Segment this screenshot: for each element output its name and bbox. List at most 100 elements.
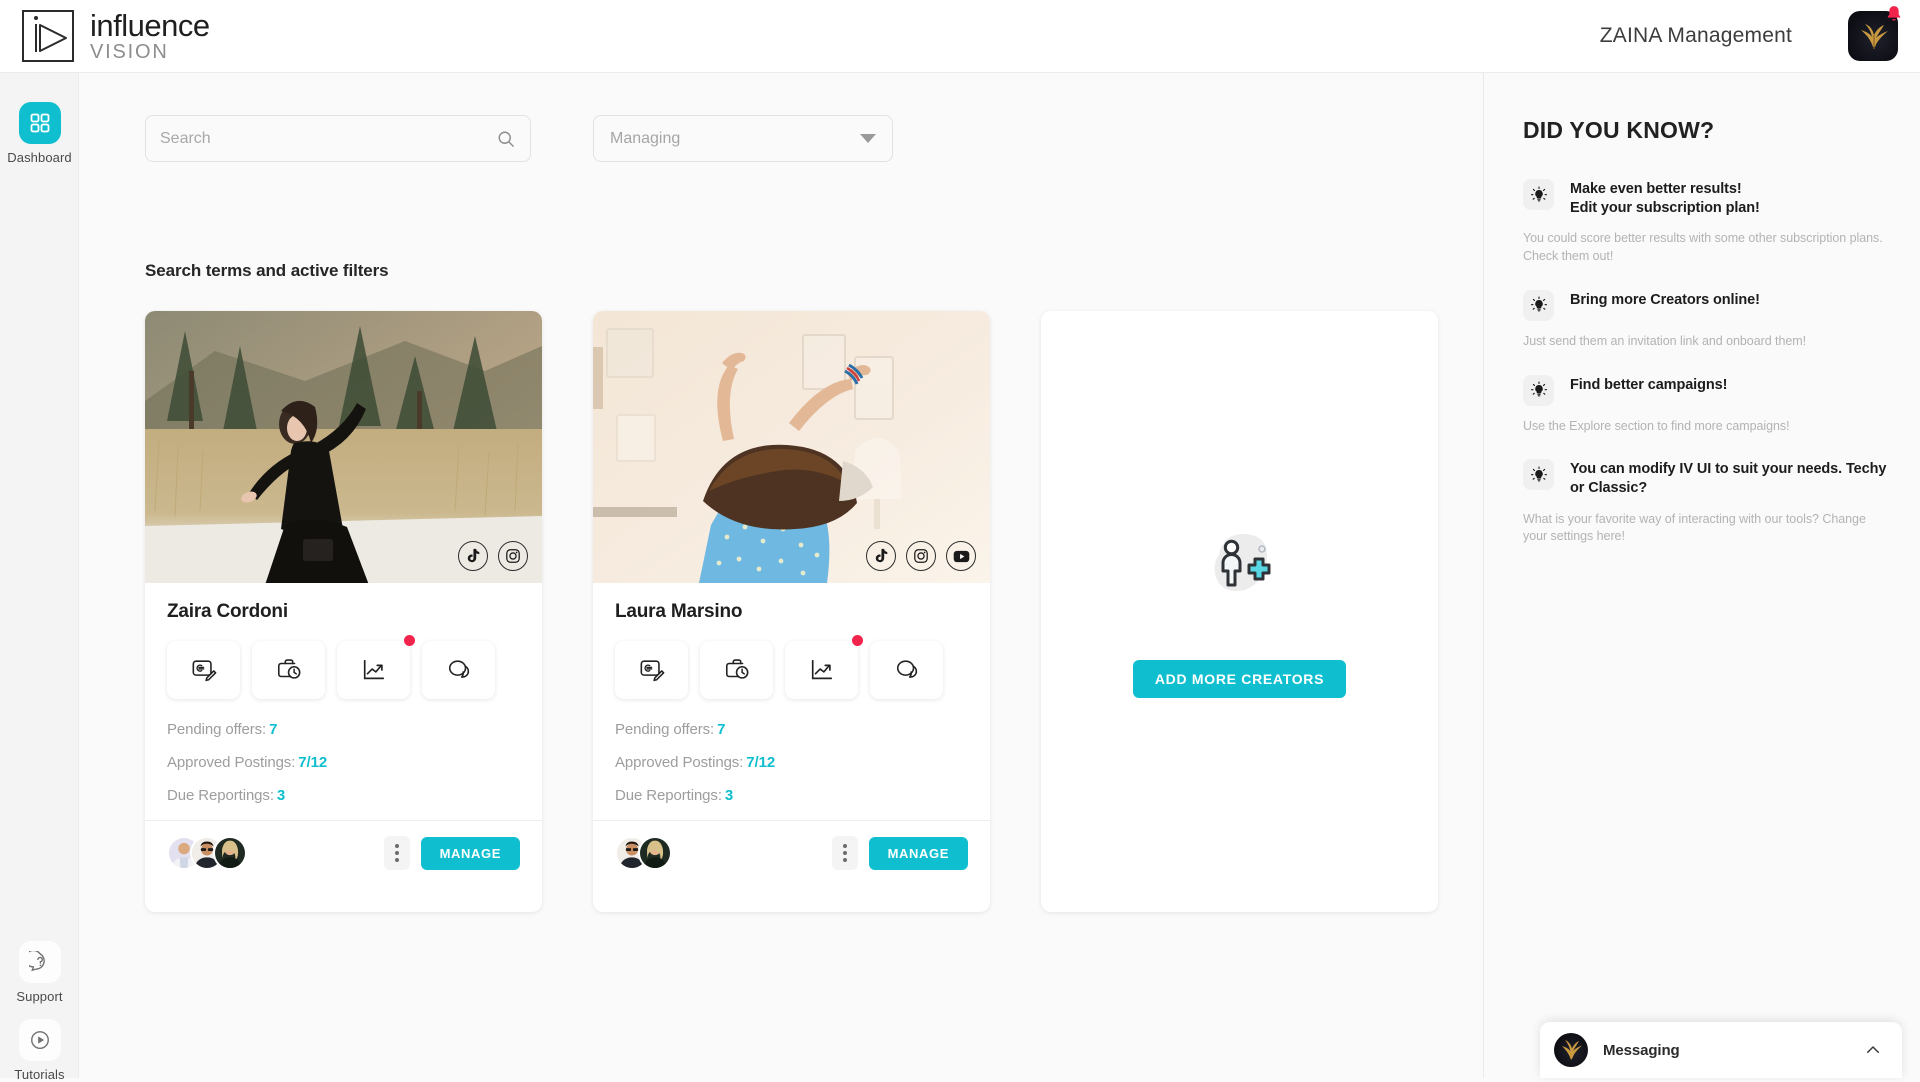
chevron-up-icon[interactable]	[1864, 1041, 1882, 1059]
creator-action-buttons	[167, 641, 520, 699]
card-more-menu[interactable]	[384, 836, 410, 870]
notification-badge	[852, 635, 863, 646]
sidebar-item-label: Dashboard	[7, 150, 72, 165]
notification-badge	[404, 635, 415, 646]
instagram-icon[interactable]	[906, 541, 936, 571]
messaging-dock[interactable]: Messaging	[1540, 1022, 1902, 1078]
search-field[interactable]	[145, 115, 531, 162]
creator-stats: Pending offers:7 Approved Postings:7/12 …	[615, 721, 968, 804]
chat-bubbles-icon	[446, 657, 472, 683]
stat-row: Approved Postings:7/12	[615, 754, 968, 771]
stat-label: Pending offers:	[167, 721, 266, 738]
creator-card-list: Zaira Cordoni	[145, 311, 1438, 912]
offer-edit-button[interactable]	[615, 641, 688, 699]
stat-value: 7/12	[298, 754, 327, 771]
manage-button[interactable]: MANAGE	[421, 837, 520, 870]
chevron-down-icon[interactable]	[860, 134, 876, 143]
phoenix-icon	[1856, 21, 1890, 51]
creator-name: Zaira Cordoni	[167, 601, 520, 623]
stat-value: 3	[725, 787, 733, 804]
tip-body: Just send them an invitation link and on…	[1523, 333, 1891, 351]
lightbulb-icon	[1523, 459, 1554, 490]
lightbulb-icon	[1523, 375, 1554, 406]
social-icons	[458, 541, 528, 571]
briefcase-clock-icon	[276, 657, 302, 683]
stat-row: Approved Postings:7/12	[167, 754, 520, 771]
stat-label: Approved Postings:	[615, 754, 743, 771]
pending-jobs-button[interactable]	[252, 641, 325, 699]
search-input[interactable]	[160, 130, 496, 148]
creator-card[interactable]: Zaira Cordoni	[145, 311, 542, 912]
tiktok-icon[interactable]	[458, 541, 488, 571]
organization-name: ZAINA Management	[1600, 24, 1792, 48]
instagram-icon[interactable]	[498, 541, 528, 571]
sidebar-item-tutorials[interactable]: Tutorials	[0, 1019, 79, 1082]
sidebar-item-dashboard[interactable]: Dashboard	[0, 102, 79, 165]
stat-label: Pending offers:	[615, 721, 714, 738]
tips-list: Make even better results!Edit your subsc…	[1523, 179, 1891, 570]
analytics-chart-icon	[361, 657, 387, 683]
chat-bubbles-icon	[894, 657, 920, 683]
filter-selected-value: Managing	[610, 130, 860, 148]
stat-row: Due Reportings:3	[167, 787, 520, 804]
sidebar: Dashboard Support Tutorials	[0, 73, 79, 1078]
lightbulb-icon	[1523, 179, 1554, 210]
messages-button[interactable]	[422, 641, 495, 699]
tip-title: Find better campaigns!	[1570, 375, 1727, 395]
briefcase-clock-icon	[724, 657, 750, 683]
offer-edit-icon	[191, 657, 217, 683]
grid-icon	[19, 102, 61, 144]
logo-primary-text: influence	[90, 10, 210, 41]
avatar	[213, 836, 247, 870]
tip-item[interactable]: Find better campaigns! Use the Explore s…	[1523, 375, 1891, 436]
analytics-button[interactable]	[785, 641, 858, 699]
youtube-icon[interactable]	[946, 541, 976, 571]
logo-secondary-text: VISION	[90, 42, 210, 62]
top-bar: influence VISION ZAINA Management	[0, 0, 1920, 73]
manage-button[interactable]: MANAGE	[869, 837, 968, 870]
stat-value: 7	[269, 721, 277, 738]
offer-edit-icon	[639, 657, 665, 683]
tip-body: What is your favorite way of interacting…	[1523, 511, 1891, 547]
tip-body: You could score better results with some…	[1523, 230, 1891, 266]
add-creator-card[interactable]: ADD MORE CREATORS	[1041, 311, 1438, 912]
creator-name: Laura Marsino	[615, 601, 968, 623]
add-more-creators-button[interactable]: ADD MORE CREATORS	[1133, 660, 1346, 698]
sidebar-item-support[interactable]: Support	[0, 941, 79, 1004]
stat-label: Approved Postings:	[167, 754, 295, 771]
avatar	[638, 836, 672, 870]
pending-jobs-button[interactable]	[700, 641, 773, 699]
avatar[interactable]	[1848, 11, 1898, 61]
tip-item[interactable]: You can modify IV UI to suit your needs.…	[1523, 459, 1891, 546]
stat-row: Pending offers:7	[167, 721, 520, 738]
card-more-menu[interactable]	[832, 836, 858, 870]
creator-photo[interactable]	[145, 311, 542, 583]
analytics-chart-icon	[809, 657, 835, 683]
managing-filter-select[interactable]: Managing	[593, 115, 893, 162]
offer-edit-button[interactable]	[167, 641, 240, 699]
stat-value: 7/12	[746, 754, 775, 771]
tip-title: Make even better results!Edit your subsc…	[1570, 179, 1760, 218]
question-bubble-icon	[19, 941, 61, 983]
team-avatar-stack[interactable]	[615, 836, 672, 870]
analytics-button[interactable]	[337, 641, 410, 699]
creator-photo[interactable]	[593, 311, 990, 583]
stat-value: 3	[277, 787, 285, 804]
app-logo[interactable]: influence VISION	[22, 10, 210, 62]
stat-row: Due Reportings:3	[615, 787, 968, 804]
main-content: Managing Search terms and active filters	[79, 73, 1484, 1078]
creator-stats: Pending offers:7 Approved Postings:7/12 …	[167, 721, 520, 804]
stat-value: 7	[717, 721, 725, 738]
messages-button[interactable]	[870, 641, 943, 699]
bell-icon[interactable]	[1884, 4, 1904, 24]
creator-card[interactable]: Laura Marsino	[593, 311, 990, 912]
tip-item[interactable]: Bring more Creators online! Just send th…	[1523, 290, 1891, 351]
tiktok-icon[interactable]	[866, 541, 896, 571]
tip-item[interactable]: Make even better results!Edit your subsc…	[1523, 179, 1891, 266]
team-avatar-stack[interactable]	[167, 836, 247, 870]
search-icon[interactable]	[496, 129, 516, 149]
avatar	[1554, 1033, 1588, 1067]
did-you-know-panel: DID YOU KNOW? Make even better results!E	[1485, 73, 1920, 1078]
creator-action-buttons	[615, 641, 968, 699]
panel-title: DID YOU KNOW?	[1523, 117, 1714, 144]
